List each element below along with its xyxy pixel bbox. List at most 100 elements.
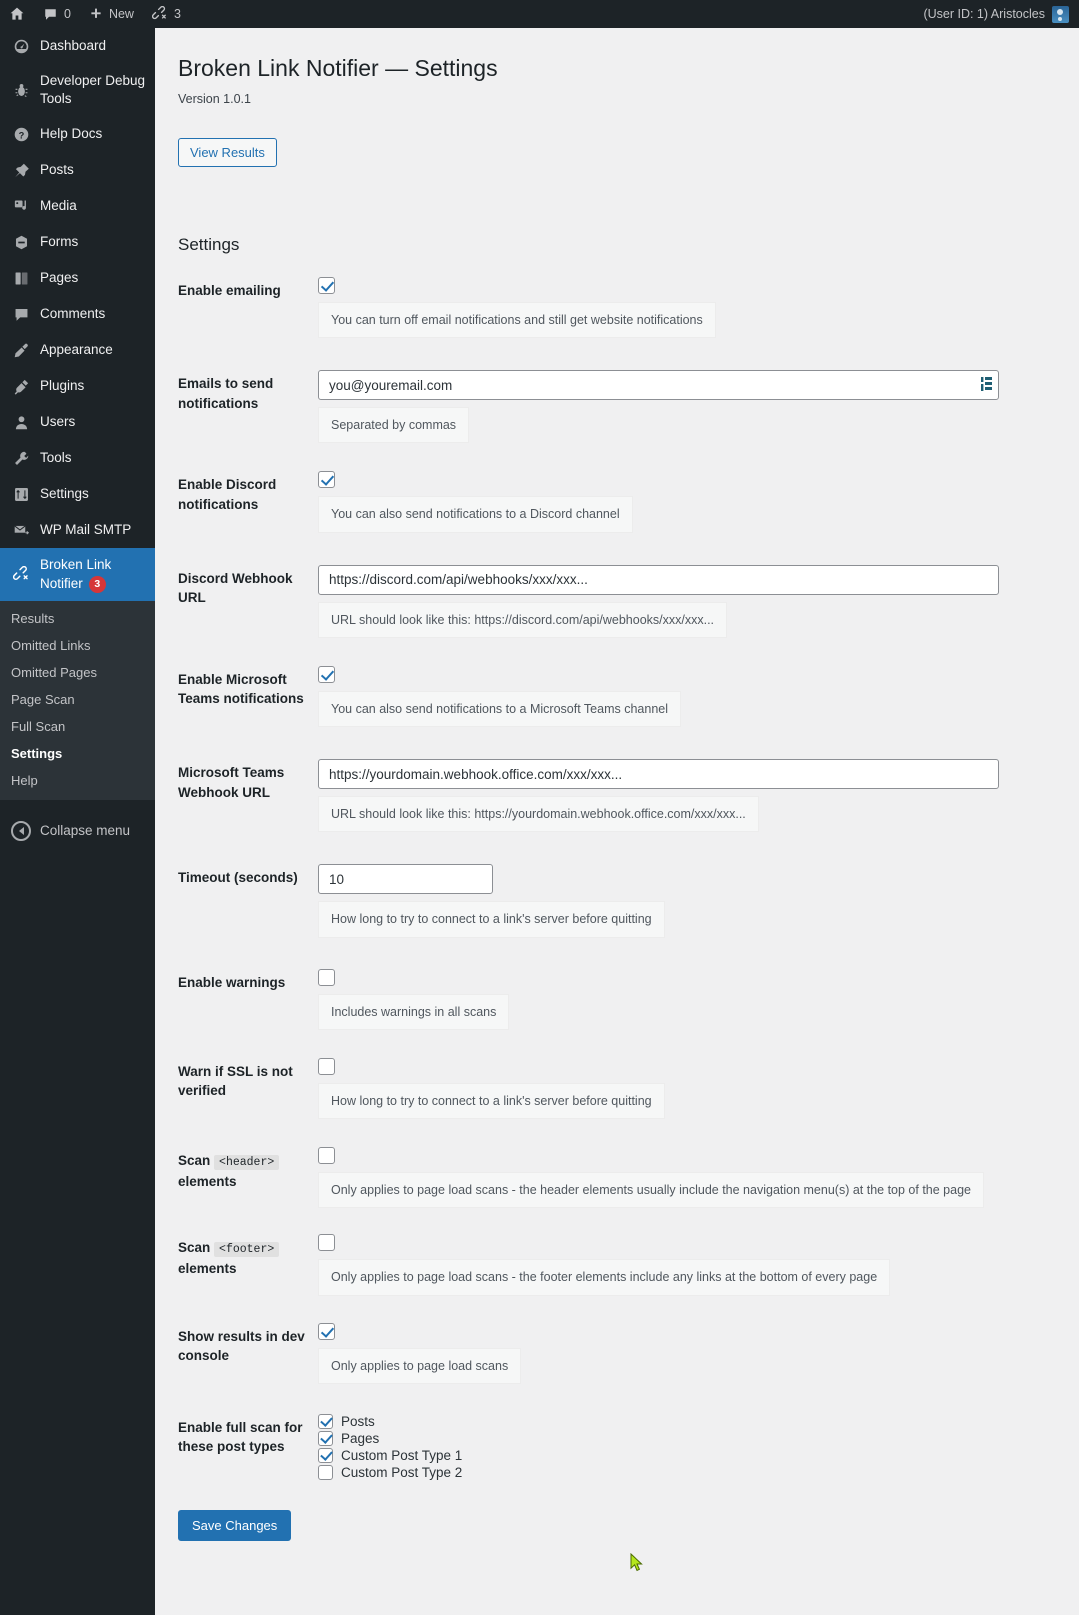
sidebar-item-label: Users <box>40 414 76 430</box>
paintbrush-icon <box>11 340 31 360</box>
row-discord-webhook: Discord Webhook URL URL should look like… <box>178 564 1044 638</box>
row-teams-webhook: Microsoft Teams Webhook URL URL should l… <box>178 759 1044 833</box>
admin-bar-broken-links[interactable]: 3 <box>143 0 190 28</box>
checkbox-scan-header[interactable] <box>318 1147 335 1165</box>
teams-webhook-input[interactable] <box>318 759 999 790</box>
collapse-menu-label: Collapse menu <box>40 823 131 839</box>
post-type-option-posts[interactable]: Posts <box>318 1413 1044 1429</box>
sidebar-item-settings[interactable]: Settings <box>0 476 155 512</box>
emails-input[interactable] <box>318 370 999 401</box>
sidebar-item-page-scan[interactable]: Page Scan <box>0 686 155 713</box>
checkbox-post-type-posts[interactable] <box>318 1413 333 1429</box>
header-tag-code: <header> <box>214 1155 280 1171</box>
sidebar-item-dashboard[interactable]: Dashboard <box>0 28 155 64</box>
sidebar-item-pages[interactable]: Pages <box>0 260 155 296</box>
broken-link-icon <box>151 6 168 22</box>
checkbox-enable-discord[interactable] <box>318 471 335 489</box>
checkbox-post-type-pages[interactable] <box>318 1430 333 1446</box>
admin-bar-comments[interactable]: 0 <box>34 0 80 28</box>
label-enable-teams: Enable Microsoft Teams notifications <box>178 671 304 707</box>
sidebar-item-label: Appearance <box>40 342 113 358</box>
checkbox-enable-teams[interactable] <box>318 665 335 683</box>
broken-link-icon <box>11 565 31 585</box>
question-mark-icon: ? <box>11 124 31 144</box>
sidebar-item-users[interactable]: Users <box>0 404 155 440</box>
label-enable-emailing: Enable emailing <box>178 282 281 298</box>
hint-scan-footer: Only applies to page load scans - the fo… <box>318 1259 891 1296</box>
sidebar-item-label: Help Docs <box>40 126 103 142</box>
checkbox-warn-ssl[interactable] <box>318 1057 335 1075</box>
sidebar-item-appearance[interactable]: Appearance <box>0 332 155 368</box>
sidebar-submenu: Results Omitted Links Omitted Pages Page… <box>0 600 155 800</box>
collapse-arrow-icon <box>11 820 31 841</box>
label-scan-header: Scan <header> elements <box>178 1147 318 1191</box>
hint-teams-webhook: URL should look like this: https://yourd… <box>318 796 759 833</box>
label-scan-header-after: elements <box>178 1173 237 1189</box>
discord-webhook-input[interactable] <box>318 564 999 595</box>
post-type-option-cpt1[interactable]: Custom Post Type 1 <box>318 1447 1044 1463</box>
label-scan-header-before: Scan <box>178 1153 211 1169</box>
sidebar-item-media[interactable]: Media <box>0 188 155 224</box>
label-scan-footer-before: Scan <box>178 1240 211 1256</box>
sidebar-item-settings-sub[interactable]: Settings <box>0 740 155 767</box>
avatar <box>1052 5 1069 23</box>
sidebar-item-comments[interactable]: Comments <box>0 296 155 332</box>
hint-enable-warnings: Includes warnings in all scans <box>318 993 510 1030</box>
checkbox-enable-warnings[interactable] <box>318 968 335 986</box>
hint-timeout: How long to try to connect to a link's s… <box>318 901 665 938</box>
sidebar-item-full-scan[interactable]: Full Scan <box>0 713 155 740</box>
sidebar-item-broken-link-notifier[interactable]: Broken Link Notifier 3 <box>0 548 163 601</box>
save-changes-button[interactable]: Save Changes <box>178 1509 292 1541</box>
view-results-button[interactable]: View Results <box>178 137 277 167</box>
sidebar-item-help[interactable]: Help <box>0 767 155 794</box>
post-type-option-cpt2[interactable]: Custom Post Type 2 <box>318 1464 1044 1480</box>
sidebar-item-forms[interactable]: Forms <box>0 224 155 260</box>
sidebar-item-plugins[interactable]: Plugins <box>0 368 155 404</box>
mouse-cursor <box>630 1552 644 1578</box>
sidebar-item-posts[interactable]: Posts <box>0 152 155 188</box>
hint-emails: Separated by commas <box>318 407 470 444</box>
hint-enable-teams: You can also send notifications to a Mic… <box>318 690 682 728</box>
label-discord-webhook: Discord Webhook URL <box>178 570 293 606</box>
checkbox-scan-footer[interactable] <box>318 1234 335 1252</box>
plug-icon <box>11 376 31 396</box>
collapse-menu-button[interactable]: Collapse menu <box>0 810 155 852</box>
plus-icon <box>89 7 103 21</box>
label-scan-footer: Scan <footer> elements <box>178 1234 318 1278</box>
sidebar-item-omitted-links[interactable]: Omitted Links <box>0 632 155 659</box>
sidebar-item-developer-debug-tools[interactable]: Developer Debug Tools <box>0 64 155 116</box>
sidebar-badge-count: 3 <box>88 575 106 593</box>
timeout-input[interactable] <box>318 864 493 895</box>
sidebar-item-tools[interactable]: Tools <box>0 440 155 476</box>
label-scan-footer-after: elements <box>178 1261 237 1277</box>
sidebar-item-omitted-pages[interactable]: Omitted Pages <box>0 659 155 686</box>
content-area: Broken Link Notifier — Settings Version … <box>155 28 1079 1615</box>
label-post-types: Enable full scan for these post types <box>178 1419 303 1455</box>
admin-bar-home[interactable] <box>0 0 34 28</box>
post-type-option-pages[interactable]: Pages <box>318 1430 1044 1446</box>
checkbox-enable-emailing[interactable] <box>318 276 335 294</box>
admin-bar: 0 New 3 (User ID: 1) Aristocles <box>0 0 1079 28</box>
sidebar-item-label: Comments <box>40 306 106 322</box>
label-teams-webhook: Microsoft Teams Webhook URL <box>178 765 285 800</box>
sidebar-item-results[interactable]: Results <box>0 605 155 632</box>
pages-icon <box>11 268 31 288</box>
sidebar-item-label: Broken Link Notifier 3 <box>40 557 112 593</box>
hint-dev-console: Only applies to page load scans <box>318 1347 522 1384</box>
label-timeout: Timeout (seconds) <box>178 870 298 886</box>
sidebar-item-wp-mail-smtp[interactable]: WP Mail SMTP <box>0 512 155 548</box>
sidebar-item-label: Posts <box>40 162 74 178</box>
checkbox-dev-console[interactable] <box>318 1322 335 1340</box>
admin-bar-new-label: New <box>108 7 134 21</box>
sliders-icon <box>11 484 31 504</box>
admin-bar-account[interactable]: (User ID: 1) Aristocles <box>923 5 1079 23</box>
sidebar-item-label: Dashboard <box>40 37 107 53</box>
row-scan-footer: Scan <footer> elements Only applies to p… <box>178 1234 1044 1296</box>
plugin-version: Version 1.0.1 <box>178 91 251 106</box>
checkbox-post-type-cpt1[interactable] <box>318 1447 333 1463</box>
admin-bar-new[interactable]: New <box>80 0 143 28</box>
checkbox-post-type-cpt2[interactable] <box>318 1464 333 1480</box>
dashboard-icon <box>11 36 31 56</box>
sidebar-item-help-docs[interactable]: ? Help Docs <box>0 116 155 152</box>
hint-enable-emailing: You can turn off email notifications and… <box>318 301 716 339</box>
